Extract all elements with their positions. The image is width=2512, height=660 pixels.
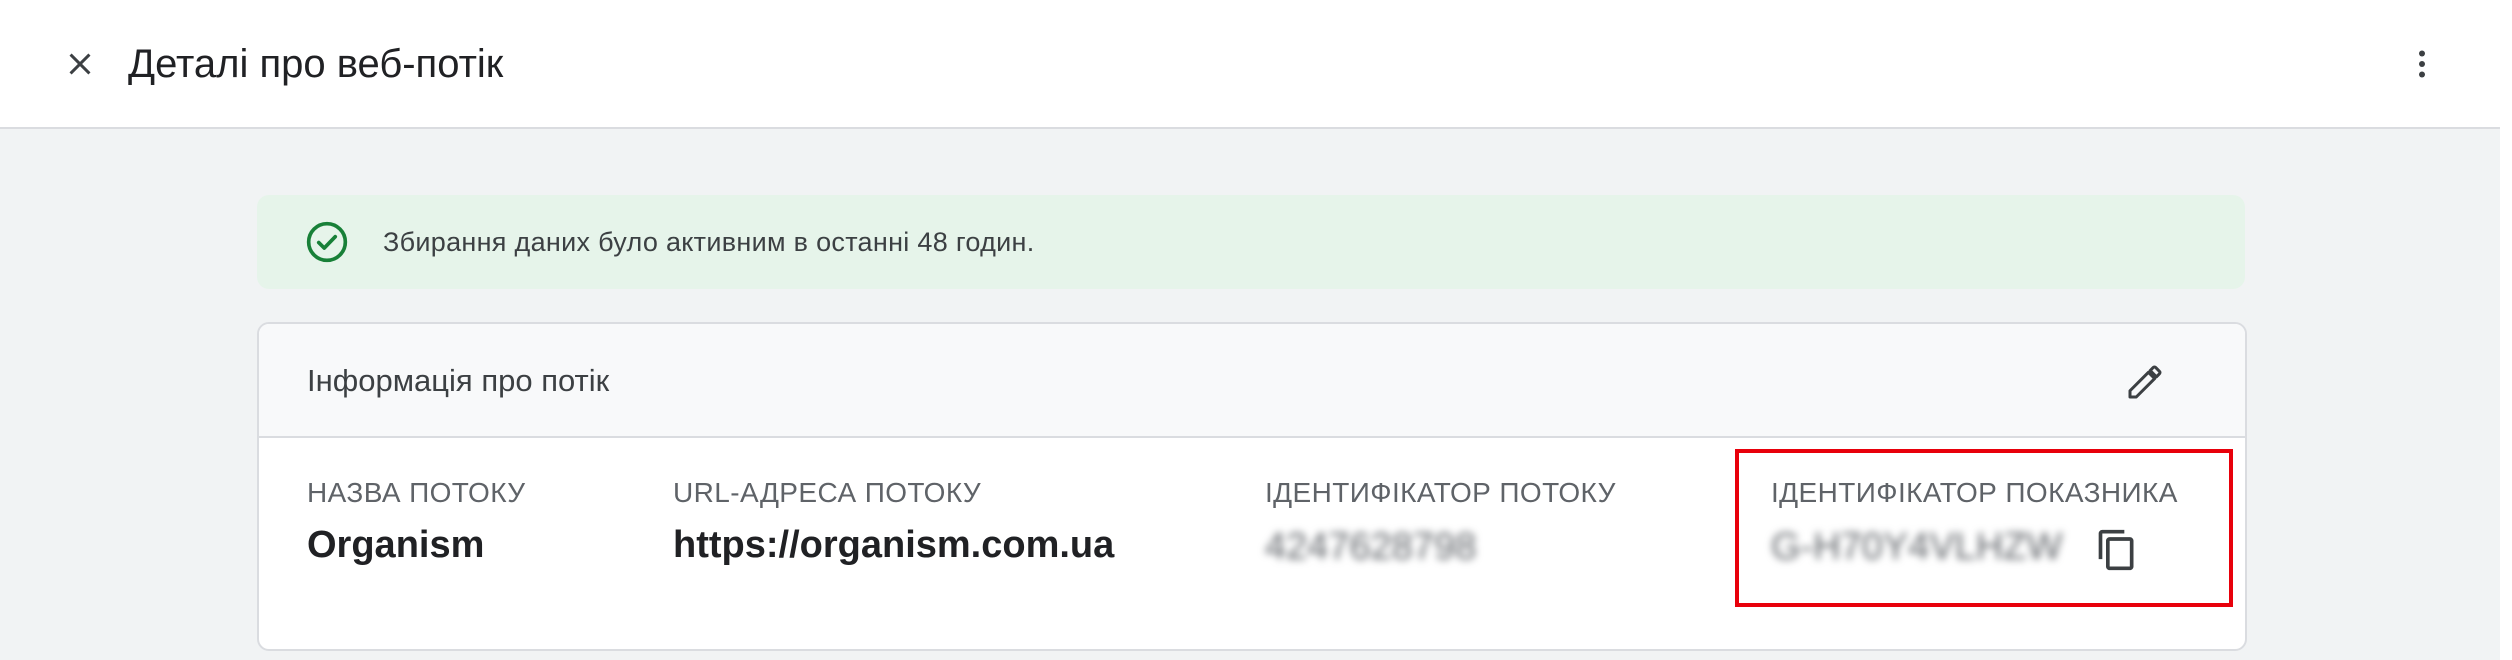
- stream-id-value: 4247628798: [1265, 526, 1477, 568]
- more-options-button[interactable]: [2390, 32, 2454, 96]
- measurement-id-value: G-H70Y4VLHZW: [1771, 526, 2063, 568]
- stream-name-label: НАЗВА ПОТОКУ: [307, 477, 526, 508]
- window-edge: [2500, 0, 2512, 660]
- more-vert-icon: [2419, 50, 2425, 78]
- edit-icon: [2128, 365, 2162, 399]
- stream-url-value: https://organism.com.ua: [673, 524, 1115, 566]
- page-title: Деталі про веб-потік: [128, 42, 504, 86]
- measurement-id-label: ІДЕНТИФІКАТОР ПОКАЗНИКА: [1771, 477, 2178, 508]
- top-app-bar: Деталі про веб-потік: [0, 0, 2500, 129]
- data-collection-status-banner: Збирання даних було активним в останні 4…: [257, 195, 2245, 289]
- stream-id-label: ІДЕНТИФІКАТОР ПОТОКУ: [1265, 477, 1616, 508]
- close-icon: [69, 53, 91, 75]
- stream-url-label: URL-АДРЕСА ПОТОКУ: [673, 477, 982, 508]
- card-header: Інформація про потік: [259, 324, 2245, 438]
- stream-name-value: Organism: [307, 524, 485, 566]
- status-message: Збирання даних було активним в останні 4…: [383, 227, 1035, 257]
- copy-measurement-id-button[interactable]: [2089, 522, 2145, 578]
- close-button[interactable]: [48, 32, 112, 96]
- copy-icon: [2098, 529, 2134, 571]
- edit-button[interactable]: [2117, 354, 2173, 410]
- card-title: Інформація про потік: [307, 363, 610, 398]
- check-circle-icon: [306, 221, 348, 263]
- stream-details-card: Інформація про потік НАЗВА ПОТОКУ Organi…: [257, 322, 2247, 651]
